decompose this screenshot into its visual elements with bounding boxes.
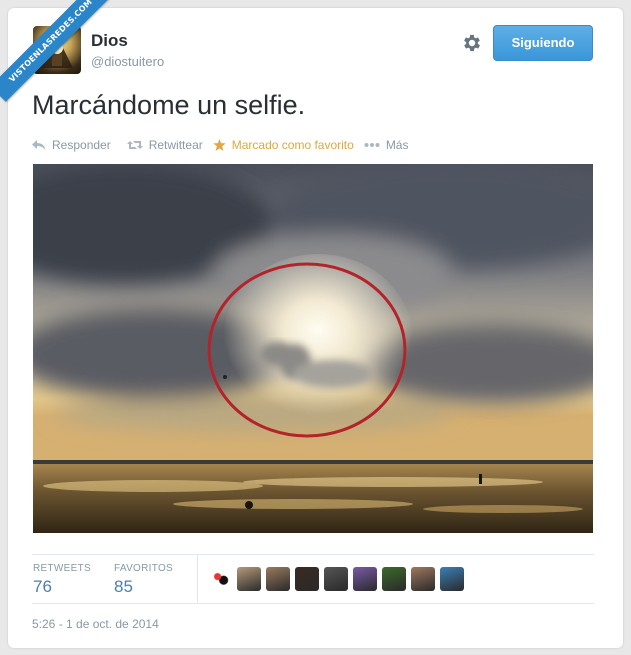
retweets-count: 76: [33, 577, 52, 596]
retweet-icon: [126, 141, 143, 149]
favoriter-avatar[interactable]: [324, 567, 348, 591]
favorited-by-avatars: [208, 567, 469, 591]
favoriter-avatar[interactable]: [440, 567, 464, 591]
tweet-card: VISTOENLASREDES.COM Dios @diostuitero Si…: [0, 0, 623, 648]
more-icon: [364, 143, 380, 147]
favorites-label: FAVORITOS: [114, 563, 174, 574]
favoriter-avatar[interactable]: [295, 567, 319, 591]
retweets-stat[interactable]: RETWEETS 76: [33, 563, 91, 597]
favoriter-avatar[interactable]: [411, 567, 435, 591]
reply-icon: [32, 140, 46, 150]
retweet-button[interactable]: Retwittear: [126, 138, 203, 152]
user-name[interactable]: Dios: [91, 31, 128, 51]
favoriter-avatar[interactable]: [353, 567, 377, 591]
gear-icon[interactable]: [461, 32, 483, 54]
favorite-label: Marcado como favorito: [231, 138, 354, 152]
favoriter-avatar[interactable]: [208, 567, 232, 591]
tweet-photo[interactable]: [33, 164, 593, 533]
favorites-stat[interactable]: FAVORITOS 85: [114, 563, 173, 597]
favorites-count: 85: [114, 577, 133, 596]
stats-divider: [197, 555, 198, 603]
retweet-label: Retwittear: [148, 138, 203, 152]
favoriter-avatar[interactable]: [382, 567, 406, 591]
more-label: Más: [385, 138, 409, 152]
user-handle[interactable]: @diostuitero: [91, 54, 164, 69]
favorite-button[interactable]: Marcado como favorito: [212, 138, 354, 152]
favoriter-avatar[interactable]: [266, 567, 290, 591]
retweets-label: RETWEETS: [33, 563, 91, 574]
reply-label: Responder: [52, 138, 111, 152]
tweet-text: Marcándome un selfie.: [32, 90, 306, 120]
reply-button[interactable]: Responder: [32, 138, 111, 152]
tweet-stats: RETWEETS 76 FAVORITOS 85: [32, 554, 594, 604]
more-button[interactable]: Más: [364, 138, 409, 152]
following-button[interactable]: Siguiendo: [493, 25, 593, 61]
tweet-timestamp[interactable]: 5:26 - 1 de oct. de 2014: [32, 617, 159, 631]
tweet-actions: Responder Retwittear Marcado como favori…: [32, 136, 418, 154]
favoriter-avatar[interactable]: [237, 567, 261, 591]
star-icon: [212, 139, 226, 151]
